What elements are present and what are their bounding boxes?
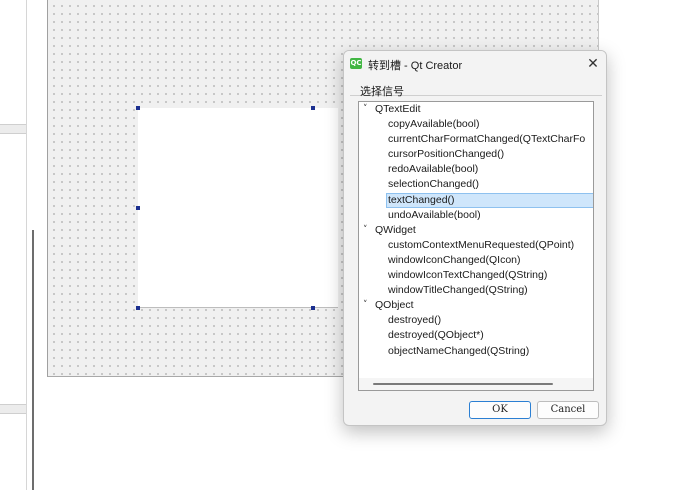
- dialog-titlebar[interactable]: QC 转到槽 - Qt Creator ✕: [344, 51, 606, 77]
- tree-item-label: windowTitleChanged(QString): [388, 284, 528, 297]
- tree-item[interactable]: windowIconChanged(QIcon): [359, 253, 593, 268]
- ok-button[interactable]: OK: [469, 401, 531, 419]
- cancel-button[interactable]: Cancel: [537, 401, 599, 419]
- panel-divider: [26, 0, 27, 490]
- resize-handle-bottom[interactable]: [311, 306, 315, 310]
- tree-item-selected[interactable]: textChanged(): [359, 192, 593, 208]
- resize-handle-top-left[interactable]: [136, 106, 140, 110]
- tree-group-qwidget[interactable]: ˅ QWidget: [359, 223, 593, 238]
- tree-item-label: customContextMenuRequested(QPoint): [388, 238, 575, 251]
- close-icon[interactable]: ✕: [580, 51, 606, 75]
- tree-item[interactable]: currentCharFormatChanged(QTextCharFo: [359, 132, 593, 147]
- tree-item[interactable]: destroyed(QObject*): [359, 328, 593, 343]
- tree-item[interactable]: selectionChanged(): [359, 177, 593, 192]
- vertical-scrollbar[interactable]: [32, 230, 34, 490]
- tree-item-label: copyAvailable(bool): [388, 118, 480, 131]
- tree-item-label: windowIconTextChanged(QString): [388, 269, 548, 282]
- tree-group-label: QWidget: [375, 223, 416, 236]
- tree-item[interactable]: windowTitleChanged(QString): [359, 283, 593, 298]
- tree-group-qobject[interactable]: ˅ QObject: [359, 298, 593, 313]
- tree-item[interactable]: destroyed(): [359, 313, 593, 328]
- tree-item-label: destroyed(): [388, 314, 442, 327]
- tree-item[interactable]: windowIconTextChanged(QString): [359, 268, 593, 283]
- tree-item-label: currentCharFormatChanged(QTextCharFo: [388, 133, 586, 146]
- signal-tree-items: ˅ QTextEdit copyAvailable(bool) currentChar…: [359, 102, 593, 359]
- resize-handle-top-right[interactable]: [311, 106, 315, 110]
- tree-item-label: objectNameChanged(QString): [388, 344, 530, 357]
- tree-item-label: cursorPositionChanged(): [388, 148, 505, 161]
- tree-group-label: QTextEdit: [375, 103, 421, 115]
- tree-item[interactable]: redoAvailable(bool): [359, 162, 593, 177]
- panel-splitter-bottom[interactable]: [0, 404, 26, 414]
- panel-splitter-top[interactable]: [0, 124, 26, 134]
- tree-item[interactable]: cursorPositionChanged(): [359, 147, 593, 162]
- horizontal-scrollbar[interactable]: [359, 378, 593, 390]
- tree-item[interactable]: undoAvailable(bool): [359, 208, 593, 223]
- left-side-panel: [0, 0, 40, 490]
- go-to-slot-dialog: QC 转到槽 - Qt Creator ✕ 选择信号 ˅ QTextEdit cop…: [343, 50, 607, 426]
- dialog-title: 转到槽 - Qt Creator: [368, 60, 463, 72]
- select-signal-label: 选择信号: [360, 86, 404, 98]
- tree-item-label: textChanged(): [388, 193, 455, 206]
- tree-item-label: destroyed(QObject*): [388, 329, 484, 342]
- signal-tree[interactable]: ˅ QTextEdit copyAvailable(bool) currentChar…: [358, 101, 594, 391]
- resize-handle-left[interactable]: [136, 206, 140, 210]
- tree-item-label: redoAvailable(bool): [388, 163, 479, 176]
- tree-item-label: undoAvailable(bool): [388, 208, 481, 221]
- tree-item[interactable]: customContextMenuRequested(QPoint): [359, 238, 593, 253]
- tree-item[interactable]: copyAvailable(bool): [359, 117, 593, 132]
- text-edit-widget[interactable]: [138, 108, 338, 308]
- tree-group-qtextedit[interactable]: ˅ QTextEdit: [359, 102, 593, 117]
- tree-item[interactable]: objectNameChanged(QString): [359, 344, 593, 359]
- tree-item-label: windowIconChanged(QIcon): [388, 253, 521, 266]
- qt-creator-window: QC 转到槽 - Qt Creator ✕ 选择信号 ˅ QTextEdit cop…: [0, 0, 692, 490]
- tree-item-label: selectionChanged(): [388, 178, 480, 191]
- chevron-down-icon[interactable]: ˅: [363, 223, 373, 238]
- tree-group-label: QObject: [375, 299, 414, 312]
- resize-handle-bottom-left[interactable]: [136, 306, 140, 310]
- horizontal-scrollbar-thumb[interactable]: [373, 383, 553, 385]
- qt-creator-app-icon: QC: [350, 58, 362, 69]
- chevron-down-icon[interactable]: ˅: [363, 102, 373, 117]
- chevron-down-icon[interactable]: ˅: [363, 298, 373, 313]
